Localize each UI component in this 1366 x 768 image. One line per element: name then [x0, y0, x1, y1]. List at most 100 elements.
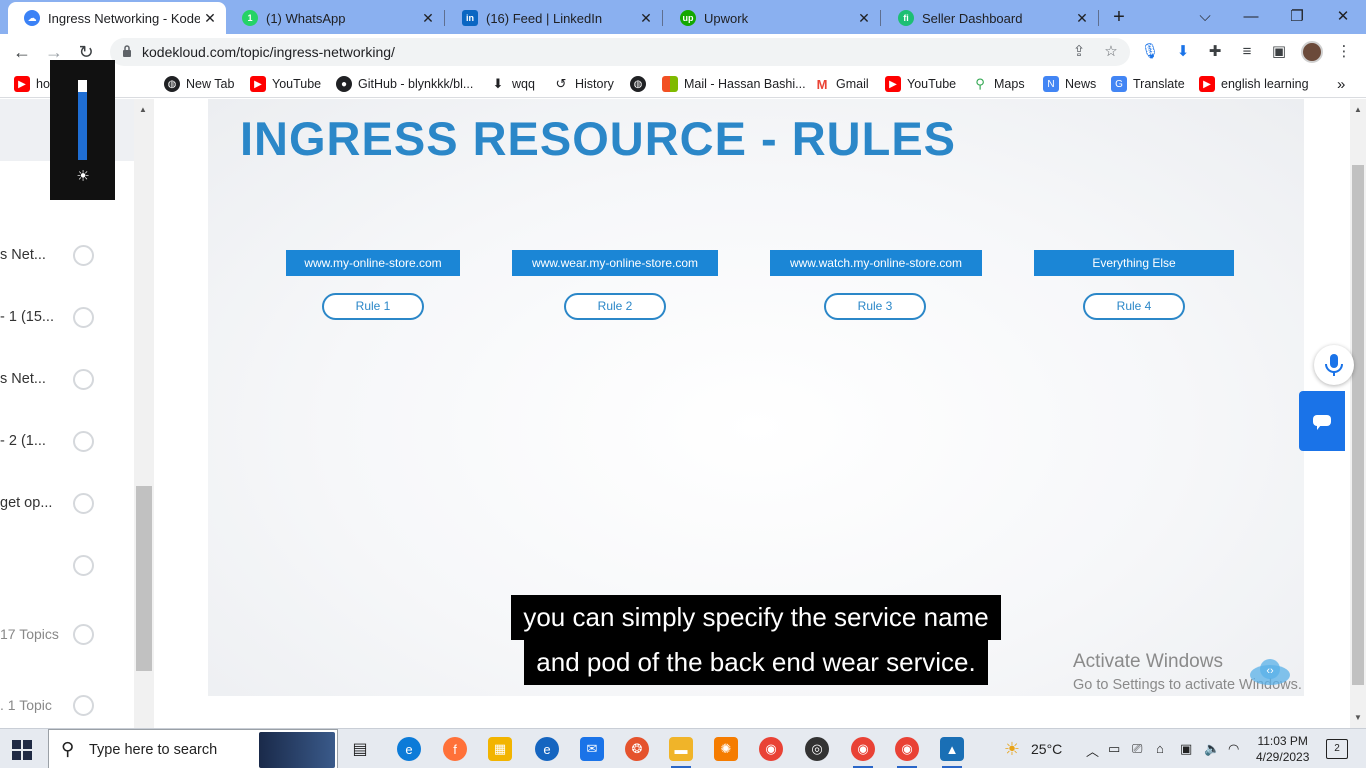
scroll-down-icon[interactable]: ▼ — [1354, 713, 1362, 722]
bookmark-item[interactable]: ▶ YouTube — [885, 75, 956, 93]
reading-list-icon[interactable]: ≡ — [1237, 42, 1257, 62]
windows-taskbar: ⚲ Type here to search ▤ e f ▦ e ✉ ❂ ▬ ✺ … — [0, 728, 1366, 768]
lesson-status-circle[interactable] — [73, 624, 94, 645]
lesson-item[interactable]: s Net... — [0, 365, 134, 395]
share-icon[interactable]: ⇪ — [1070, 43, 1088, 61]
edge-legacy-icon[interactable]: e — [535, 737, 559, 761]
bookmark-item[interactable]: N News — [1043, 75, 1096, 93]
github-icon: ● — [336, 76, 352, 92]
topic-group[interactable]: . 1 Topic — [0, 691, 134, 721]
chrome-icon[interactable]: ◉ — [759, 737, 783, 761]
notification-center-icon[interactable]: 2 — [1326, 739, 1348, 759]
tab-kodekloud[interactable]: ☁ Ingress Networking - KodeKl ✕ — [8, 2, 226, 34]
scroll-up-icon[interactable]: ▲ — [139, 105, 147, 114]
close-tab-icon[interactable]: ✕ — [418, 10, 438, 27]
search-placeholder[interactable]: Type here to search — [89, 742, 217, 758]
bookmark-item[interactable]: ▶ english learning — [1199, 75, 1309, 93]
bookmark-item[interactable]: G Translate — [1111, 75, 1185, 93]
temperature-text[interactable]: 25°C — [1031, 741, 1062, 757]
lesson-status-circle[interactable] — [73, 431, 94, 452]
edge-icon[interactable]: e — [397, 737, 421, 761]
photos-icon[interactable]: ▲ — [940, 737, 964, 768]
bookmark-item[interactable]: Mail - Hassan Bashi... — [662, 75, 806, 93]
bookmarks-bar: ▶ho... e urdu i... ◍New Tab ▶YouTube ●Gi… — [0, 70, 1366, 98]
lesson-status-circle[interactable] — [73, 369, 94, 390]
file-explorer-icon[interactable]: ▬ — [669, 737, 693, 768]
bookmark-item[interactable]: ↺ History — [553, 75, 614, 93]
close-tab-icon[interactable]: ✕ — [854, 10, 874, 27]
lesson-item[interactable]: get op... — [0, 489, 134, 519]
extensions-puzzle-icon[interactable]: ✚ — [1205, 42, 1225, 62]
back-icon[interactable]: ← — [10, 40, 34, 64]
host-label: Everything Else — [1034, 250, 1234, 276]
mail-icon[interactable]: ✉ — [580, 737, 604, 761]
bookmark-label: Mail - Hassan Bashi... — [684, 77, 806, 91]
profile-avatar[interactable] — [1301, 41, 1323, 63]
bookmark-item[interactable]: ⚲ Maps — [972, 75, 1024, 93]
side-panel-icon[interactable]: ▣ — [1269, 42, 1289, 62]
windows-start-icon[interactable] — [12, 740, 32, 760]
microsoft-store-icon[interactable]: ▦ — [488, 737, 512, 761]
voice-input-button[interactable] — [1314, 345, 1354, 385]
lesson-item[interactable]: - 2 (1... — [0, 427, 134, 457]
address-bar[interactable]: kodekloud.com/topic/ingress-networking/ … — [110, 38, 1130, 66]
tab-linkedin[interactable]: in (16) Feed | LinkedIn ✕ — [446, 4, 662, 32]
taskbar-search[interactable]: ⚲ Type here to search — [48, 729, 338, 768]
app-shell-icon[interactable]: ❂ — [625, 737, 649, 761]
tab-whatsapp[interactable]: 1 (1) WhatsApp ✕ — [226, 4, 444, 32]
volume-icon[interactable]: 🔈 — [1204, 741, 1220, 757]
lesson-item[interactable] — [0, 551, 134, 581]
lesson-status-circle[interactable] — [73, 555, 94, 576]
more-bookmarks-icon[interactable]: » — [1337, 75, 1345, 93]
video-player[interactable]: INGRESS RESOURCE - RULES www.my-online-s… — [208, 99, 1304, 696]
url-text[interactable]: kodekloud.com/topic/ingress-networking/ — [142, 44, 395, 60]
minimize-button[interactable]: — — [1228, 4, 1274, 30]
camera-app-icon[interactable]: ◎ — [805, 737, 829, 761]
bookmark-item[interactable]: M Gmail — [814, 75, 869, 93]
download-extension-icon[interactable]: ⬇ — [1173, 42, 1193, 62]
page-scrollbar[interactable]: ▲ ▼ — [1350, 99, 1366, 728]
lesson-status-circle[interactable] — [73, 493, 94, 514]
lesson-item[interactable]: s Net... — [0, 241, 134, 271]
bookmark-item[interactable]: ◍ New Tab — [164, 75, 234, 93]
close-tab-icon[interactable]: ✕ — [636, 10, 656, 27]
bookmark-item[interactable]: ◍ — [630, 75, 652, 93]
display-icon[interactable]: ▣ — [1180, 741, 1192, 757]
firefox-icon[interactable]: f — [443, 737, 467, 761]
close-window-button[interactable]: ✕ — [1320, 4, 1366, 30]
battery-icon[interactable]: ▭ — [1108, 741, 1120, 757]
new-tab-button[interactable]: + — [1108, 6, 1130, 28]
chat-support-button[interactable] — [1299, 391, 1345, 451]
system-clock[interactable]: 11:03 PM 4/29/2023 — [1256, 733, 1309, 765]
chrome-profile-icon[interactable]: ◉ — [895, 737, 919, 768]
restore-button[interactable]: ❐ — [1274, 4, 1320, 30]
bookmark-item[interactable]: ⬇ wqq — [490, 75, 535, 93]
lesson-status-circle[interactable] — [73, 245, 94, 266]
tray-chevron-icon[interactable]: ︿ — [1086, 741, 1099, 760]
lesson-item[interactable]: - 1 (15... — [0, 303, 134, 333]
wifi-icon[interactable]: ◠ — [1228, 741, 1239, 757]
lesson-status-circle[interactable] — [73, 307, 94, 328]
chrome-active-icon[interactable]: ◉ — [851, 737, 875, 768]
scrollbar-thumb[interactable] — [1352, 165, 1364, 685]
bookmark-item[interactable]: ▶ YouTube — [250, 75, 321, 93]
close-tab-icon[interactable]: ✕ — [200, 10, 220, 27]
bookmark-star-icon[interactable]: ☆ — [1102, 43, 1120, 61]
weather-icon[interactable]: ☀ — [1000, 737, 1024, 761]
bookmark-item[interactable]: ● GitHub - blynkkk/bl... — [336, 75, 473, 93]
sidebar-scrollbar[interactable]: ▲ — [134, 99, 154, 728]
lesson-status-circle[interactable] — [73, 695, 94, 716]
settings-app-icon[interactable]: ✺ — [714, 737, 738, 761]
tab-seller-dashboard[interactable]: fi Seller Dashboard ✕ — [882, 4, 1098, 32]
scrollbar-thumb[interactable] — [136, 486, 152, 671]
usb-icon[interactable]: ⌂ — [1156, 741, 1164, 756]
scroll-up-icon[interactable]: ▲ — [1354, 105, 1362, 114]
topic-group[interactable]: 17 Topics — [0, 620, 134, 650]
close-tab-icon[interactable]: ✕ — [1072, 10, 1092, 27]
voice-extension-icon[interactable]: 🎙 — [1140, 42, 1160, 62]
network-device-icon[interactable]: ⎚ — [1132, 741, 1142, 757]
menu-kebab-icon[interactable]: ⋮ — [1334, 42, 1354, 62]
tab-search-icon[interactable]: ⌵ — [1182, 4, 1228, 30]
task-view-icon[interactable]: ▤ — [348, 737, 372, 761]
tab-upwork[interactable]: up Upwork ✕ — [664, 4, 880, 32]
